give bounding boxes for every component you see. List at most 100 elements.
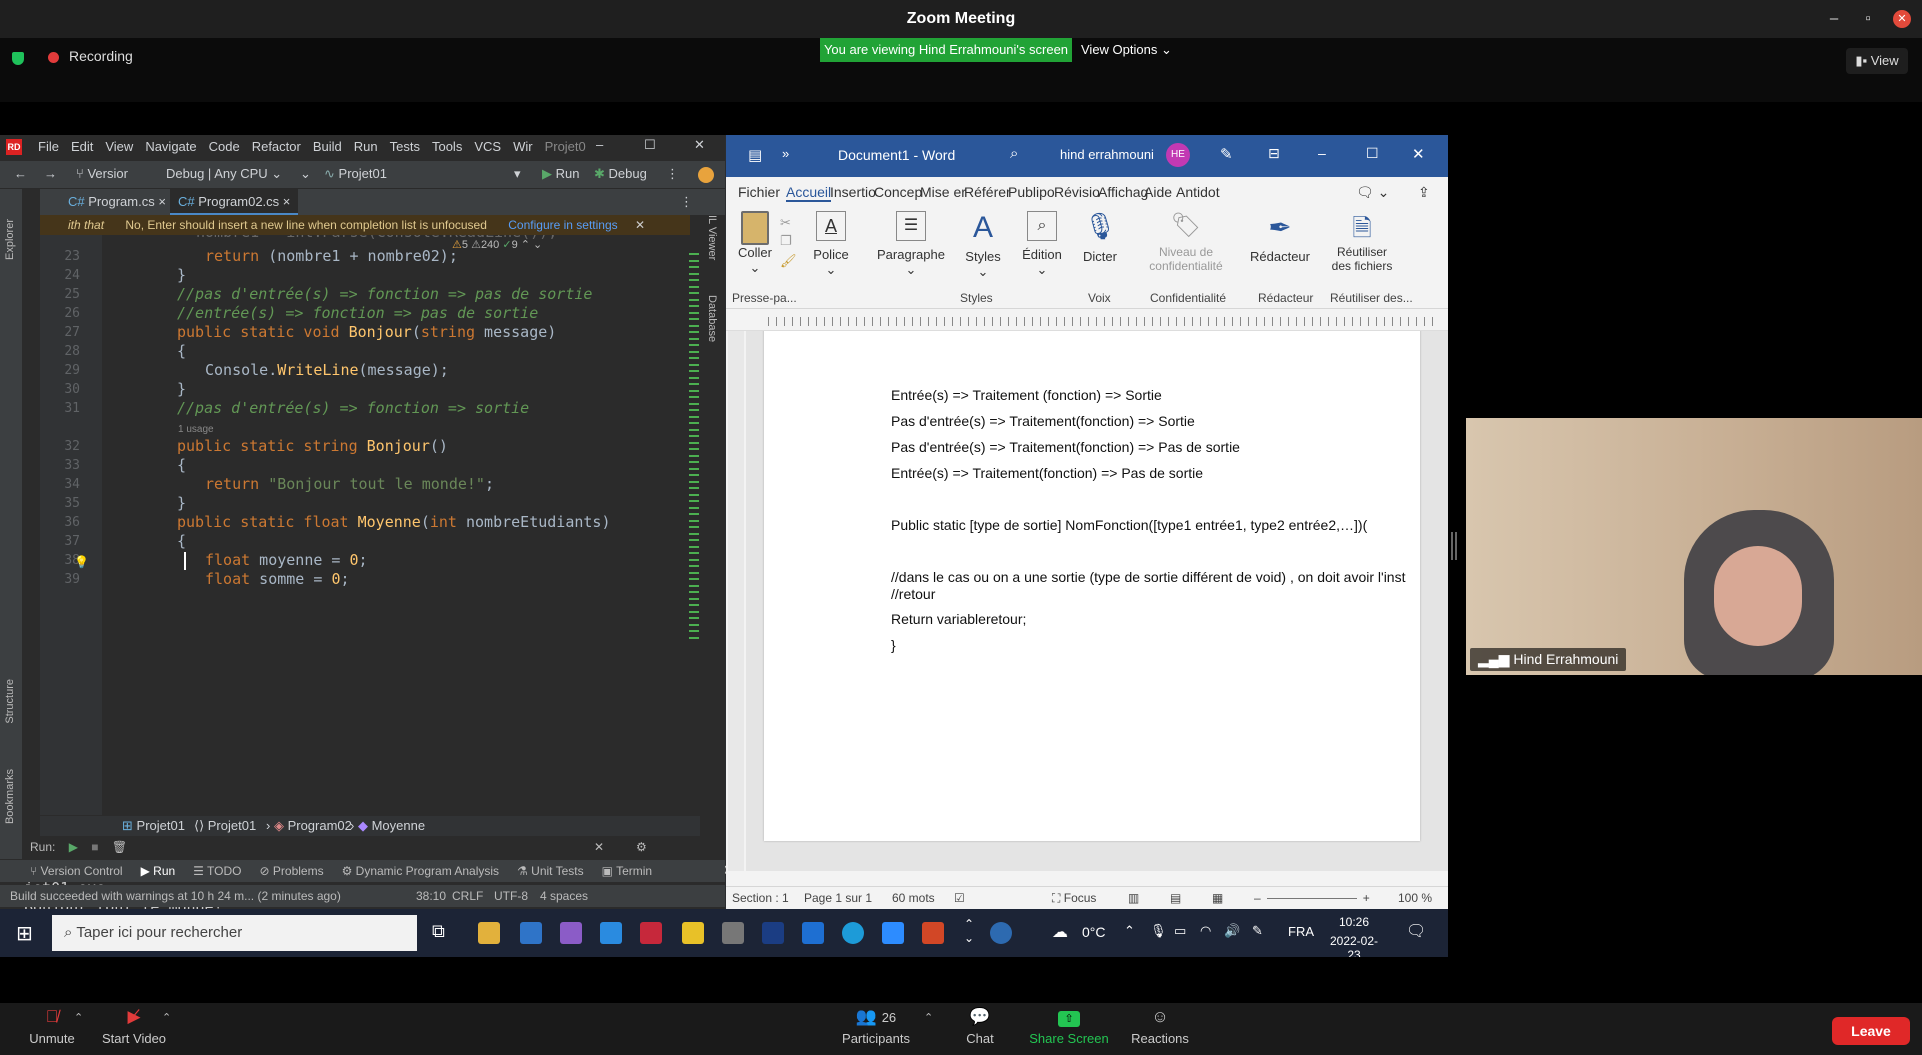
windows-start-icon[interactable]: ⊞ [16,921,33,946]
stripe-mark[interactable] [689,500,699,502]
word-tab[interactable]: Mise er [920,184,966,200]
close-icon[interactable]: ✕ [1886,0,1918,38]
taskbar-search[interactable]: ⌕ Taper ici pour rechercher [52,915,417,951]
stripe-mark[interactable] [689,305,699,307]
microphone-icon[interactable]: 🎙 [1150,923,1167,939]
caret-position[interactable]: 38:10 [416,885,446,907]
inspection-widget[interactable]: ⚠5 ⚠240 ✓9 ⌃ ⌄ [452,238,542,251]
participant-video[interactable]: ▂▄▆ Hind Errahmouni [1466,418,1922,675]
rider-icon[interactable] [640,922,662,944]
lightbulb-icon[interactable]: 💡 [74,555,89,569]
stripe-mark[interactable] [689,610,699,613]
line-ending[interactable]: CRLF [452,885,483,907]
tool-tab[interactable]: ⚗ Unit Tests [517,864,584,878]
word-tab[interactable]: Concep [874,184,922,200]
tool-tab[interactable]: ☰ TODO [193,864,241,878]
maximize-icon[interactable]: ☐ [1366,145,1379,162]
tool-tab[interactable]: ⑂ Version Control [30,864,123,878]
stripe-mark[interactable] [689,383,699,385]
menu-navigate[interactable]: Navigate [145,139,196,154]
stripe-mark[interactable] [689,630,699,632]
reuse-files-button[interactable]: 🗎 Réutiliser des fichiers [1322,211,1402,273]
tool-tab[interactable]: ▶ Run [141,864,176,878]
sidebar-icon[interactable]: ▤ [748,146,762,164]
stripe-mark[interactable] [689,350,699,353]
menu-tests[interactable]: Tests [390,139,420,154]
breadcrumb-item[interactable]: › ◈ Program02 [266,816,352,836]
clock[interactable]: 10:26 2022-02-23 [1324,915,1384,957]
menu-tools[interactable]: Tools [432,139,462,154]
document-line[interactable]: Pas d'entrée(s) => Traitement(fonction) … [891,439,1240,455]
rider-maximize-icon[interactable]: ☐ [644,137,656,153]
word-tab[interactable]: Accueil [786,184,832,202]
word-tab[interactable]: Fichier [738,184,780,200]
stripe-mark[interactable] [689,493,699,496]
reactions-button[interactable]: ☺ Reactions [1130,1007,1190,1046]
close-icon[interactable]: ✕ [594,836,604,858]
structure-tab[interactable]: Structure [4,679,16,724]
stripe-mark[interactable] [689,487,699,489]
word-tab[interactable]: Insertio [830,184,876,200]
stripe-mark[interactable] [689,467,699,470]
stripe-mark[interactable] [689,584,699,587]
scroll-arrows-icon[interactable]: ⌃ ⌄ [964,917,974,945]
stripe-mark[interactable] [689,279,699,281]
run-button[interactable]: ▶ Run [542,166,579,182]
stripe-mark[interactable] [689,298,699,301]
restore-icon[interactable]: ▫ [1852,0,1884,38]
pen-icon[interactable]: ✎ [1252,923,1263,939]
word-tab[interactable]: Antidot [1176,184,1220,200]
stripe-mark[interactable] [689,396,699,398]
stripe-mark[interactable] [689,571,699,574]
code-line[interactable]: //entrée(s) => fonction => pas de sortie [177,304,538,322]
close-icon[interactable]: ✕ [1412,145,1425,163]
word-count[interactable]: 60 mots [892,887,935,910]
code-line[interactable]: } [177,494,186,512]
stripe-mark[interactable] [689,441,699,444]
word-tab[interactable]: Référer [964,184,1011,200]
back-arrow-icon[interactable]: ← [14,166,27,181]
editing-button[interactable]: ⌕ Édition ⌄ [1016,211,1068,278]
close-icon[interactable]: × [158,194,166,209]
stripe-mark[interactable] [689,292,699,294]
word-tab[interactable]: Publipo [1008,184,1055,200]
stripe-mark[interactable] [689,519,699,522]
weather-icon[interactable]: ☁ [1052,922,1068,942]
horizontal-ruler[interactable] [726,313,1448,331]
code-line[interactable]: } [177,380,186,398]
rerun-icon[interactable]: ▶ [69,840,78,854]
word-tab[interactable]: Révisio [1054,184,1100,200]
stripe-mark[interactable] [689,623,699,626]
edge-icon[interactable] [842,922,864,944]
menu-code[interactable]: Code [209,139,240,154]
tool-tab[interactable]: ▣ Termin [602,864,652,878]
menu-run[interactable]: Run [354,139,378,154]
vpn-icon[interactable] [762,922,784,944]
code-line[interactable]: } [177,266,186,284]
stripe-mark[interactable] [689,324,699,327]
stripe-mark[interactable] [689,558,699,561]
code-line[interactable]: public static void Bonjour(string messag… [177,323,556,341]
editor-button[interactable]: ✒ Rédacteur [1248,211,1312,264]
breadcrumb-item[interactable]: ⊞ Projet01 [122,816,185,836]
menu-project[interactable]: Projet0 [545,139,586,154]
stripe-mark[interactable] [689,318,699,320]
stripe-mark[interactable] [689,552,699,554]
comments-icon[interactable]: 🗨 ⌄ [1356,184,1389,201]
expand-icon[interactable]: » [782,146,789,161]
stripe-mark[interactable] [689,604,699,606]
usage-hint[interactable]: 1 usage [178,424,214,435]
stripe-mark[interactable] [689,474,699,476]
language-indicator[interactable]: FRA [1288,924,1314,939]
stripe-mark[interactable] [689,415,699,418]
format-painter-icon[interactable]: 🖌 [780,253,797,269]
code-line[interactable]: { [177,456,186,474]
menu-file[interactable]: File [38,139,59,154]
stripe-mark[interactable] [689,454,699,457]
stripe-mark[interactable] [689,448,699,450]
cut-icon[interactable]: ✂ [780,215,791,231]
database-tab[interactable]: Database [706,295,718,342]
stripe-mark[interactable] [689,344,699,346]
temperature[interactable]: 0°C [1082,924,1106,940]
document-line[interactable]: Entrée(s) => Traitement (fonction) => So… [891,387,1162,403]
